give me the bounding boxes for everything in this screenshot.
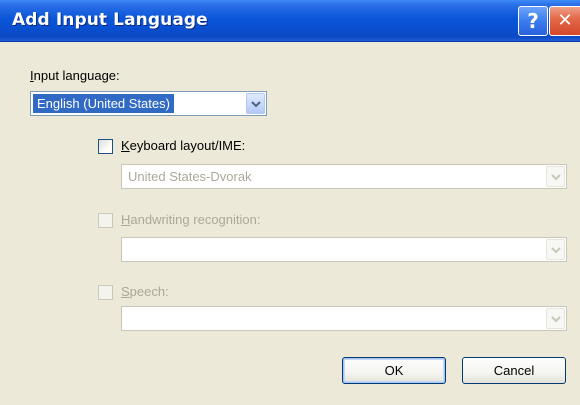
speech-label-text: peech: bbox=[129, 284, 169, 299]
question-mark-icon: ? bbox=[527, 9, 539, 33]
keyboard-layout-label-text: eyboard layout/IME: bbox=[129, 138, 246, 153]
speech-label: Speech: bbox=[121, 284, 169, 299]
input-language-label-text: nput language: bbox=[33, 68, 120, 83]
speech-value bbox=[124, 309, 132, 328]
input-language-value: English (United States) bbox=[33, 94, 174, 113]
handwriting-recognition-checkbox bbox=[98, 213, 113, 228]
handwriting-recognition-label-text: andwriting recognition: bbox=[130, 212, 261, 227]
close-button[interactable]: ✕ bbox=[549, 6, 580, 36]
handwriting-recognition-label: Handwriting recognition: bbox=[121, 212, 260, 227]
keyboard-layout-dropdown: United States-Dvorak bbox=[121, 164, 567, 189]
keyboard-layout-label[interactable]: Keyboard layout/IME: bbox=[121, 138, 245, 153]
speech-accelerator: S bbox=[121, 284, 130, 299]
title-bar[interactable]: Add Input Language ? ✕ bbox=[0, 0, 580, 42]
input-language-dropdown-button[interactable] bbox=[246, 93, 265, 114]
chevron-down-icon bbox=[550, 173, 561, 180]
keyboard-layout-value: United States-Dvorak bbox=[128, 169, 252, 184]
handwriting-recognition-value bbox=[124, 240, 132, 259]
input-language-dropdown[interactable]: English (United States) bbox=[30, 91, 267, 116]
speech-dropdown bbox=[121, 306, 567, 331]
input-language-label: Input language: bbox=[30, 68, 120, 83]
ok-button[interactable]: OK bbox=[342, 357, 446, 384]
window-title: Add Input Language bbox=[12, 10, 208, 30]
chevron-down-icon bbox=[550, 246, 561, 253]
help-button[interactable]: ? bbox=[518, 6, 548, 36]
handwriting-recognition-accelerator: H bbox=[121, 212, 131, 227]
handwriting-recognition-dropdown-button bbox=[546, 239, 565, 260]
handwriting-recognition-dropdown bbox=[121, 237, 567, 262]
keyboard-layout-dropdown-button bbox=[546, 166, 565, 187]
cancel-button[interactable]: Cancel bbox=[462, 357, 566, 384]
keyboard-layout-checkbox[interactable] bbox=[98, 139, 113, 154]
speech-dropdown-button bbox=[546, 308, 565, 329]
close-x-icon: ✕ bbox=[557, 10, 573, 31]
add-input-language-dialog: Add Input Language ? ✕ Input language: E… bbox=[0, 0, 580, 405]
chevron-down-icon bbox=[250, 100, 261, 107]
chevron-down-icon bbox=[550, 315, 561, 322]
speech-checkbox bbox=[98, 285, 113, 300]
keyboard-layout-accelerator: K bbox=[121, 138, 130, 153]
